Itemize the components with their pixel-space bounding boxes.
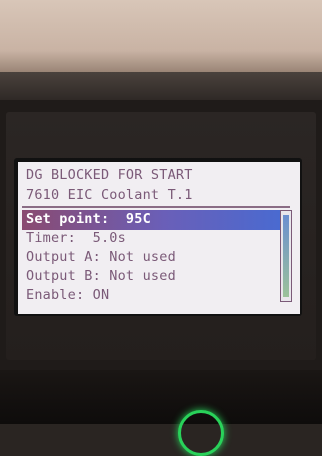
menu-item-set-point[interactable]: Set point: 95C: [22, 210, 280, 230]
lcd-screen: DG BLOCKED FOR START 7610 EIC Coolant T.…: [18, 162, 300, 314]
menu-item-enable[interactable]: Enable: ON: [26, 286, 109, 305]
power-led-icon: [178, 410, 224, 456]
controller-bottom-panel: [0, 370, 322, 424]
menu-item-output-a[interactable]: Output A: Not used: [26, 248, 176, 267]
alarm-title: DG BLOCKED FOR START: [26, 167, 193, 183]
menu-item-label: Set point: 95C: [26, 211, 151, 227]
menu-item-output-b[interactable]: Output B: Not used: [26, 267, 176, 286]
wall-background: [0, 0, 322, 72]
scrollbar-thumb[interactable]: [283, 215, 289, 297]
menu-scrollbar[interactable]: [280, 210, 292, 302]
menu-item-timer[interactable]: Timer: 5.0s: [26, 229, 126, 248]
alarm-subtitle: 7610 EIC Coolant T.1: [26, 187, 193, 203]
header-divider: [22, 206, 290, 208]
controller-top-bezel: [0, 72, 322, 100]
